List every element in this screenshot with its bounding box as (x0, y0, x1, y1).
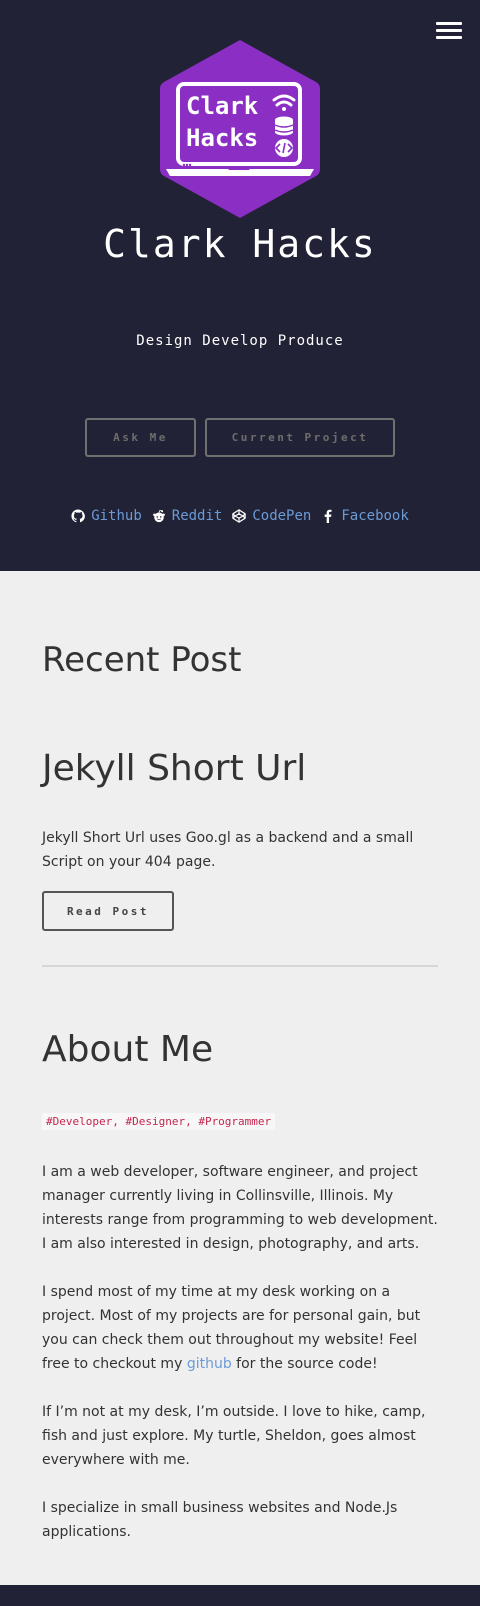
skill-tags: #Developer, #Designer, #Programmer (42, 1113, 276, 1130)
site-title: Clark Hacks (103, 222, 377, 266)
post-excerpt: Jekyll Short Url uses Goo.gl as a backen… (42, 830, 414, 870)
hero-header: Clark Hacks Clark Hacks Design Develop P… (0, 0, 480, 571)
section-divider (42, 965, 438, 967)
about-body: I am a web developer, software engineer,… (42, 1160, 442, 1568)
logo-text-line1: Clark (186, 92, 259, 120)
github-icon (71, 509, 86, 523)
recent-post-heading: Recent Post (42, 640, 242, 680)
code-icon (274, 139, 294, 157)
read-post-button[interactable]: Read Post (42, 891, 174, 931)
about-paragraph-2: I spend most of my time at my desk worki… (42, 1280, 442, 1376)
about-paragraph-1: I am a web developer, software engineer,… (42, 1164, 438, 1252)
hamburger-menu-icon[interactable] (436, 18, 462, 46)
ask-me-button[interactable]: Ask Me (85, 418, 196, 457)
site-logo: Clark Hacks (160, 40, 320, 218)
current-project-button[interactable]: Current Project (205, 418, 395, 457)
codepen-icon (232, 509, 247, 523)
reddit-link[interactable]: Reddit (152, 508, 223, 524)
social-links: Github Reddit CodePen Facebook (0, 508, 480, 524)
facebook-label: Facebook (341, 508, 409, 524)
github-inline-link[interactable]: github (187, 1356, 232, 1372)
reddit-label: Reddit (171, 508, 223, 524)
about-me-heading: About Me (42, 1029, 214, 1070)
reddit-icon (152, 509, 165, 523)
about-p2-text-after: for the source code! (231, 1356, 378, 1372)
github-link[interactable]: Github (71, 508, 142, 524)
github-label: Github (91, 508, 142, 524)
logo-text-line2: Hacks (186, 124, 258, 152)
about-paragraph-3: If I’m not at my desk, I’m outside. I lo… (42, 1404, 426, 1468)
codepen-label: CodePen (252, 508, 312, 524)
post-title[interactable]: Jekyll Short Url (42, 748, 306, 789)
facebook-link[interactable]: Facebook (321, 508, 409, 524)
database-icon (274, 116, 294, 136)
page-footer (0, 1585, 480, 1606)
facebook-icon (325, 509, 332, 523)
about-paragraph-4: I specialize in small business websites … (42, 1500, 398, 1540)
codepen-link[interactable]: CodePen (232, 508, 311, 524)
tagline: Design Develop Produce (136, 333, 344, 349)
